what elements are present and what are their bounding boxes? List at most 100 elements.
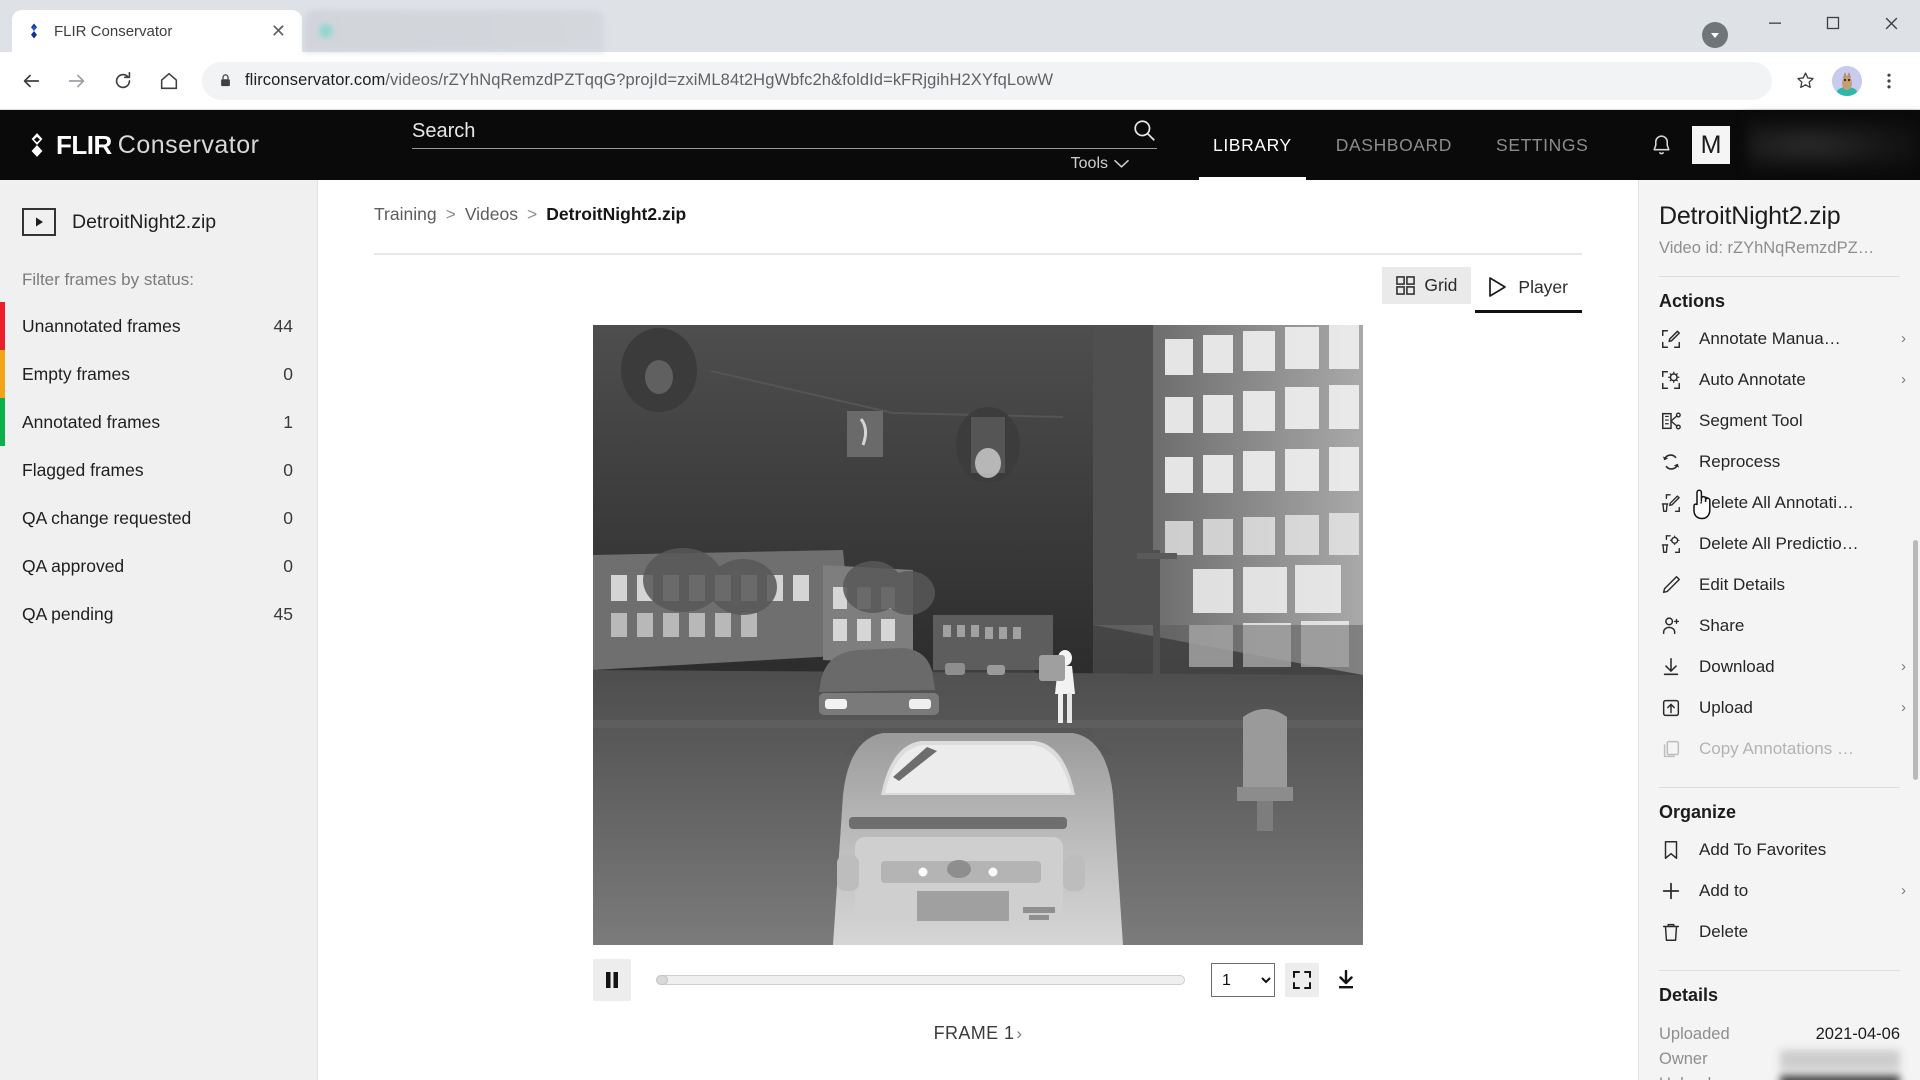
frame-indicator[interactable]: FRAME 1 › [934, 1023, 1023, 1044]
browser-toolbar: flirconservator.com/videos/rZYhNqRemzdPZ… [0, 52, 1920, 110]
frame-step-select[interactable]: 1 [1211, 963, 1275, 997]
search-input[interactable] [412, 120, 1131, 143]
nav-item-library[interactable]: LIBRARY [1191, 110, 1314, 180]
chevron-right-icon[interactable]: › [1016, 1024, 1022, 1044]
action-edit-details[interactable]: Edit Details [1639, 564, 1920, 605]
detail-key: Owner [1659, 1050, 1708, 1068]
action-label: Add to [1699, 880, 1749, 900]
breadcrumb-item-videos[interactable]: Videos [465, 204, 518, 225]
action-share[interactable]: Share [1639, 605, 1920, 646]
action-upload[interactable]: Upload › [1639, 687, 1920, 728]
sidebar-item-label: Flagged frames [22, 459, 144, 480]
tools-row: Tools [412, 149, 1157, 173]
copy-icon [1659, 737, 1683, 761]
star-icon[interactable] [1784, 60, 1826, 102]
blurred-favicon [316, 21, 336, 41]
download-chip-icon[interactable] [1702, 22, 1728, 48]
sidebar-video-header[interactable]: DetroitNight2.zip [0, 208, 317, 236]
action-delete[interactable]: Delete [1639, 911, 1920, 952]
maximize-button[interactable] [1804, 0, 1862, 46]
download-arrow-icon[interactable] [1329, 963, 1363, 997]
browser-tab-active[interactable]: FLIR Conservator ✕ [12, 10, 302, 52]
chevron-right-icon: › [1901, 882, 1906, 899]
sidebar-item-count: 0 [283, 363, 293, 384]
trash-icon [1659, 920, 1683, 944]
close-window-button[interactable] [1862, 0, 1920, 46]
nav-item-settings[interactable]: SETTINGS [1474, 110, 1610, 180]
browser-tab-title: FLIR Conservator [54, 22, 173, 40]
sidebar-item-empty-frames[interactable]: Empty frames 0 [0, 350, 317, 398]
action-delete-all-annotations[interactable]: Delete All Annotati… [1639, 482, 1920, 523]
close-tab-icon[interactable]: ✕ [267, 22, 290, 40]
three-dot-menu-icon[interactable] [1868, 60, 1910, 102]
notification-bell-icon[interactable] [1649, 133, 1674, 158]
address-bar-url: flirconservator.com/videos/rZYhNqRemzdPZ… [245, 71, 1053, 90]
sidebar-item-label: QA pending [22, 603, 114, 624]
grid-icon [1396, 276, 1416, 295]
frame-indicator-label: FRAME 1 [933, 1023, 1015, 1043]
breadcrumb-item-training[interactable]: Training [374, 204, 437, 225]
browser-tab-inactive[interactable] [304, 10, 604, 52]
fullscreen-icon[interactable] [1285, 963, 1319, 997]
playback-progress-slider[interactable] [656, 975, 1185, 985]
plus-icon [1659, 879, 1683, 903]
detail-row-uploader: Uploader [1659, 1072, 1900, 1080]
breadcrumb-item-current: DetroitNight2.zip [546, 204, 687, 224]
detail-value: 2021-04-06 [1815, 1025, 1900, 1043]
panel-section-organize-heading: Organize [1659, 802, 1737, 822]
back-arrow-icon[interactable] [10, 60, 52, 102]
nav-item-dashboard[interactable]: DASHBOARD [1314, 110, 1474, 180]
sidebar-item-flagged-frames[interactable]: Flagged frames 0 [0, 446, 317, 494]
window-controls [1746, 0, 1920, 46]
reload-icon[interactable] [102, 60, 144, 102]
profile-avatar[interactable] [1832, 65, 1862, 96]
action-label: Upload [1699, 697, 1753, 717]
play-triangle-icon [1485, 275, 1509, 299]
tools-label: Tools [1070, 155, 1108, 172]
forward-arrow-icon[interactable] [56, 60, 98, 102]
sidebar-item-qa-approved[interactable]: QA approved 0 [0, 542, 317, 590]
address-bar[interactable]: flirconservator.com/videos/rZYhNqRemzdPZ… [202, 61, 1772, 100]
view-mode-toggle: Grid Player [318, 255, 1638, 313]
detail-row-owner: Owner [1659, 1047, 1900, 1072]
lead-car [833, 733, 1123, 945]
action-add-to[interactable]: Add to › [1639, 870, 1920, 911]
detail-key: Uploaded [1659, 1025, 1730, 1043]
browser-tabstrip: FLIR Conservator ✕ [0, 0, 1920, 52]
sidebar-item-count: 0 [283, 459, 293, 480]
video-frame[interactable] [593, 325, 1363, 945]
action-reprocess[interactable]: Reprocess [1639, 441, 1920, 482]
home-icon[interactable] [148, 60, 190, 102]
action-add-to-favorites[interactable]: Add To Favorites [1639, 829, 1920, 870]
pause-icon[interactable] [593, 959, 631, 1001]
progress-knob[interactable] [656, 975, 668, 985]
action-download[interactable]: Download › [1639, 646, 1920, 687]
user-avatar-initial[interactable]: M [1692, 126, 1730, 164]
flir-diamond-icon [24, 21, 44, 41]
panel-scrollbar[interactable] [1913, 540, 1918, 780]
sidebar-item-count: 1 [283, 411, 293, 432]
view-mode-grid-button[interactable]: Grid [1382, 267, 1472, 304]
sidebar-item-qa-change-requested[interactable]: QA change requested 0 [0, 494, 317, 542]
view-mode-player-button[interactable]: Player [1471, 267, 1582, 313]
panel-section-actions-heading: Actions [1659, 291, 1726, 311]
panel-title: DetroitNight2.zip [1659, 202, 1841, 230]
auto-annotate-icon [1659, 368, 1683, 392]
action-auto-annotate[interactable]: Auto Annotate › [1639, 359, 1920, 400]
brand-name-primary: FLIR [56, 129, 112, 160]
action-label: Reprocess [1699, 451, 1781, 471]
detail-value-redacted [1780, 1049, 1900, 1070]
sidebar-item-annotated-frames[interactable]: Annotated frames 1 [0, 398, 317, 446]
sidebar-item-qa-pending[interactable]: QA pending 45 [0, 590, 317, 638]
sidebar-item-count: 45 [273, 603, 293, 624]
sidebar-item-unannotated-frames[interactable]: Unannotated frames 44 [0, 302, 317, 350]
url-path: /videos/rZYhNqRemzdPZTqqG?projId=zxiML84… [385, 71, 1054, 89]
action-annotate-manually[interactable]: Annotate Manua… › [1639, 318, 1920, 359]
tools-dropdown[interactable]: Tools [1071, 155, 1129, 173]
action-segment-tool[interactable]: Segment Tool [1639, 400, 1920, 441]
magnifier-icon[interactable] [1131, 117, 1157, 143]
minimize-button[interactable] [1746, 0, 1804, 46]
delete-annotations-icon [1659, 491, 1683, 515]
app-logo[interactable]: FLIR Conservator [24, 130, 384, 161]
action-delete-all-predictions[interactable]: Delete All Predictio… [1639, 523, 1920, 564]
